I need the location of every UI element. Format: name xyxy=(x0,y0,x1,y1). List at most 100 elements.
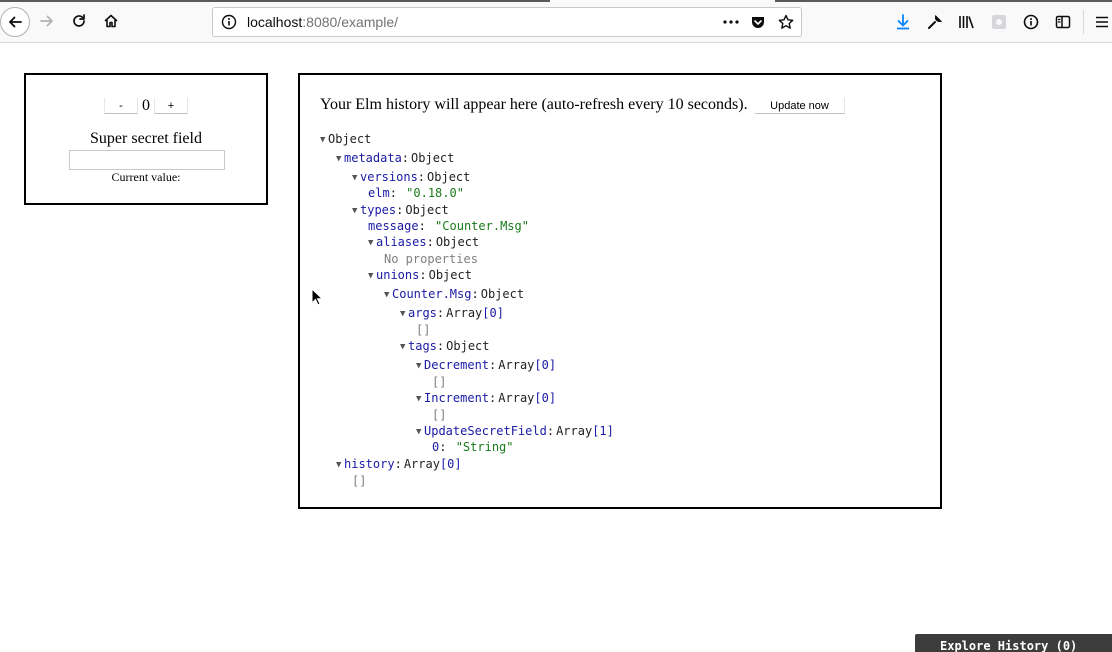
tree-leaf-update-item: 0: "String" xyxy=(432,440,514,454)
tree-node-history[interactable]: ▼ history: Array[0] xyxy=(336,456,462,472)
node-key: tags xyxy=(408,339,437,353)
node-key: versions xyxy=(360,170,418,184)
current-value-label: Current value: xyxy=(111,170,181,184)
tree-empty-aliases: No properties xyxy=(384,252,478,266)
back-icon xyxy=(9,16,22,28)
expand-arrow-icon[interactable]: ▼ xyxy=(352,203,360,219)
expand-arrow-icon[interactable]: ▼ xyxy=(336,457,344,473)
expand-arrow-icon[interactable]: ▼ xyxy=(400,306,408,322)
increment-button[interactable]: + xyxy=(154,98,188,114)
expand-arrow-icon[interactable]: ▼ xyxy=(352,170,360,186)
expand-arrow-icon[interactable]: ▼ xyxy=(320,132,328,148)
node-type: Object xyxy=(428,268,472,282)
more-icon[interactable] xyxy=(722,14,740,35)
url-host: localhost xyxy=(247,14,303,30)
tree-node-tags[interactable]: ▼ tags: Object xyxy=(400,338,490,354)
node-key: aliases xyxy=(376,235,427,249)
tree-node-versions[interactable]: ▼ versions: Object xyxy=(352,169,470,185)
tree-node-counter-msg[interactable]: ▼ Counter.Msg: Object xyxy=(384,286,524,302)
update-now-button[interactable]: Update now xyxy=(755,98,845,114)
node-key: elm xyxy=(368,186,390,200)
history-panel: Your Elm history will appear here (auto-… xyxy=(298,73,942,509)
node-length: [0] xyxy=(439,457,462,471)
menu-icon[interactable] xyxy=(1092,12,1112,32)
info-circle-icon[interactable] xyxy=(1021,12,1041,32)
forward-button[interactable] xyxy=(32,6,62,36)
back-button[interactable] xyxy=(0,7,30,37)
node-type: Object xyxy=(328,132,372,146)
expand-arrow-icon[interactable]: ▼ xyxy=(416,358,424,374)
tree-node-increment[interactable]: ▼ Increment: Array[0] xyxy=(416,390,556,406)
tab-indicator xyxy=(0,0,550,2)
library-icon[interactable] xyxy=(957,12,977,32)
tree-empty-history: [] xyxy=(352,474,367,488)
url-text[interactable]: localhost:8080/example/ xyxy=(247,14,398,30)
expand-arrow-icon[interactable]: ▼ xyxy=(384,287,392,303)
node-key: UpdateSecretField xyxy=(424,424,547,438)
node-length: [0] xyxy=(482,306,504,320)
tree-node-unions[interactable]: ▼ unions: Object xyxy=(368,267,472,283)
node-length: [0] xyxy=(534,358,557,372)
node-key: history xyxy=(344,457,395,471)
info-icon[interactable] xyxy=(221,14,237,35)
expand-arrow-icon[interactable]: ▼ xyxy=(368,235,376,251)
tree-node-aliases[interactable]: ▼ aliases: Object xyxy=(368,234,479,250)
expand-arrow-icon[interactable]: ▼ xyxy=(336,151,344,167)
reload-icon xyxy=(73,14,85,27)
tree-node-metadata[interactable]: ▼ metadata: Object xyxy=(336,150,454,166)
star-icon[interactable] xyxy=(778,14,794,35)
tree-empty-decrement: [] xyxy=(432,375,447,389)
node-key: Counter.Msg xyxy=(392,287,472,301)
node-type: Array xyxy=(446,306,483,320)
tree-node-args[interactable]: ▼ args: Array[0] xyxy=(400,305,504,321)
explore-history-button[interactable]: Explore History (0) xyxy=(915,634,1112,652)
tree-node-update-secret-field[interactable]: ▼ UpdateSecretField: Array[1] xyxy=(416,423,614,439)
counter-panel: - 0 + Super secret field Current value: xyxy=(24,73,268,205)
node-type: Object xyxy=(405,203,449,217)
url-bar[interactable]: localhost:8080/example/ xyxy=(212,7,802,37)
node-key: Increment xyxy=(424,391,490,405)
node-type: Object xyxy=(435,235,480,249)
tree-empty-args: [] xyxy=(416,323,431,337)
node-length: [0] xyxy=(534,391,557,405)
home-icon xyxy=(104,14,118,28)
expand-arrow-icon[interactable]: ▼ xyxy=(400,339,408,355)
node-type: Array xyxy=(403,457,440,471)
wrench-icon[interactable] xyxy=(925,12,945,32)
browser-toolbar: localhost:8080/example/ xyxy=(0,0,1112,43)
sidebar-icon[interactable] xyxy=(1053,12,1073,32)
decrement-button[interactable]: - xyxy=(104,98,138,114)
history-message: Your Elm history will appear here (auto-… xyxy=(320,96,748,113)
node-value: "0.18.0" xyxy=(406,186,464,200)
forward-icon xyxy=(40,15,53,27)
expand-arrow-icon[interactable]: ▼ xyxy=(416,391,424,407)
node-type: Array xyxy=(498,391,535,405)
tree-node-root[interactable]: ▼ Object xyxy=(320,131,371,147)
tree-node-types[interactable]: ▼ types: Object xyxy=(352,202,449,218)
node-key: Decrement xyxy=(424,358,490,372)
node-value: "Counter.Msg" xyxy=(435,219,529,233)
extension-icon[interactable] xyxy=(989,12,1009,32)
download-icon[interactable] xyxy=(893,12,913,32)
pocket-icon[interactable] xyxy=(750,14,766,35)
node-key: types xyxy=(360,203,397,217)
toolbar-divider xyxy=(1083,10,1084,34)
node-type: Object xyxy=(480,287,525,301)
expand-arrow-icon[interactable]: ▼ xyxy=(368,268,376,284)
expand-arrow-icon[interactable]: ▼ xyxy=(416,424,424,440)
node-key: metadata xyxy=(344,151,402,165)
node-type: Object xyxy=(411,151,455,165)
home-button[interactable] xyxy=(96,6,126,36)
reload-button[interactable] xyxy=(64,6,94,36)
mouse-cursor-icon xyxy=(311,287,324,311)
node-key: unions xyxy=(376,268,420,282)
node-type: Object xyxy=(446,339,490,353)
tree-node-decrement[interactable]: ▼ Decrement: Array[0] xyxy=(416,357,556,373)
secret-field-input[interactable] xyxy=(69,150,225,170)
node-length: [1] xyxy=(592,424,614,438)
secret-field-label: Super secret field xyxy=(90,130,202,147)
tree-empty-increment: [] xyxy=(432,408,447,422)
counter-row: - 0 + xyxy=(26,97,266,115)
tree-leaf-elm: elm: "0.18.0" xyxy=(368,186,464,200)
url-path: :8080/example/ xyxy=(302,14,398,30)
